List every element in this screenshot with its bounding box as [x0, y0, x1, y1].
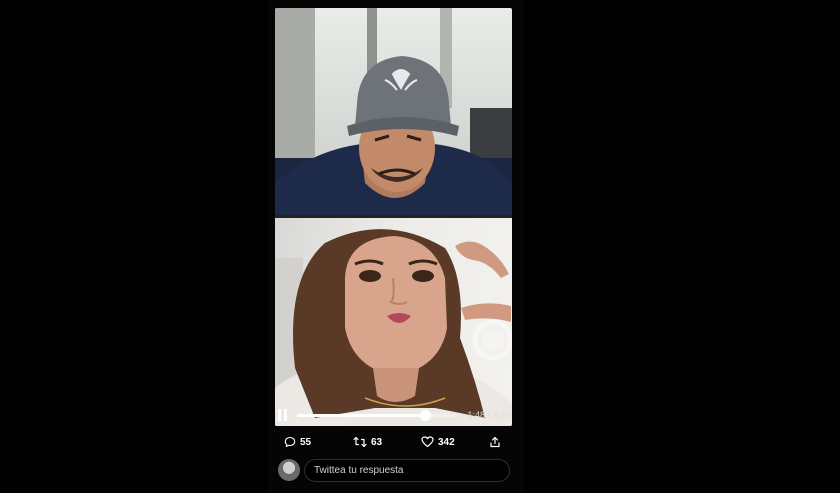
heart-icon [421, 436, 434, 448]
reply-composer [278, 459, 514, 483]
video-progress-fill [297, 414, 425, 417]
video-scrubber-handle[interactable] [420, 410, 431, 421]
tweet-card: 1:48 / 2:20 55 63 342 [268, 0, 524, 493]
like-count: 342 [438, 436, 455, 448]
video-controls: 1:48 / 2:20 [275, 406, 512, 426]
share-icon [490, 436, 500, 448]
share-button[interactable] [489, 432, 505, 452]
live-video-bottom [275, 218, 512, 426]
reply-icon [284, 436, 296, 448]
video-progress-bar[interactable] [297, 410, 457, 421]
pause-icon[interactable] [278, 409, 288, 421]
reply-button[interactable]: 55 [284, 432, 311, 452]
like-button[interactable]: 342 [421, 432, 455, 452]
retweet-icon [353, 436, 367, 448]
retweet-count: 63 [371, 436, 383, 448]
tweet-actions: 55 63 342 [268, 432, 524, 452]
user-avatar [278, 459, 300, 481]
participant-man-image [275, 8, 512, 216]
video-time: 1:48 / 2:20 [467, 410, 510, 420]
retweet-button[interactable]: 63 [353, 432, 382, 452]
participant-woman-image [275, 229, 512, 426]
live-video-top [275, 8, 512, 216]
reply-input[interactable] [304, 459, 510, 482]
reply-count: 55 [300, 436, 312, 448]
video-player[interactable]: 1:48 / 2:20 [275, 8, 512, 426]
